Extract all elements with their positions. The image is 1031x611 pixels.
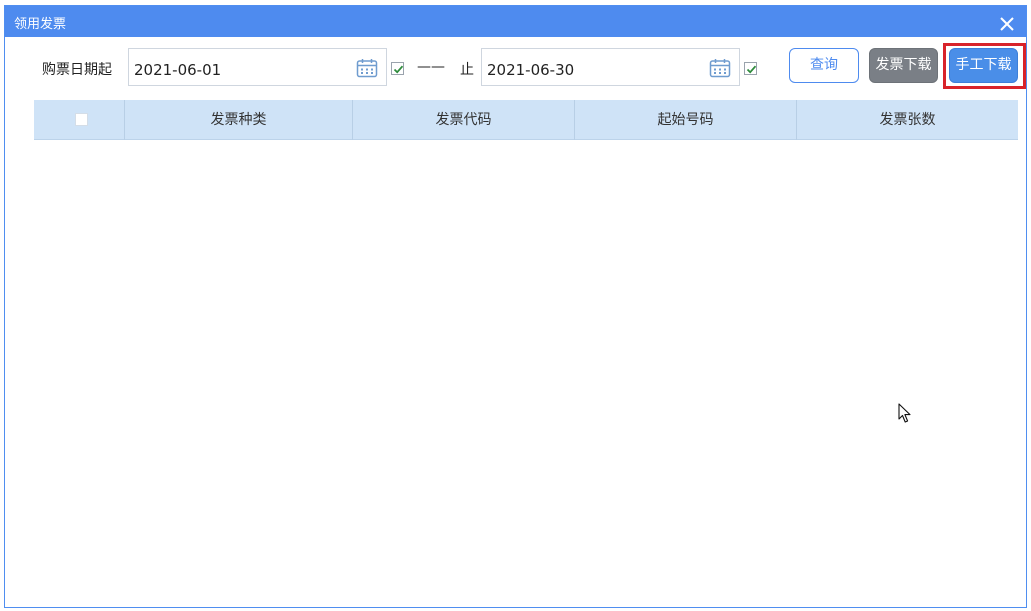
end-date-checkbox[interactable] xyxy=(744,62,757,75)
close-icon[interactable] xyxy=(998,15,1016,33)
table-header: 发票种类 发票代码 起始号码 发票张数 xyxy=(34,100,1018,140)
invoice-download-button[interactable]: 发票下载 xyxy=(869,48,938,83)
column-header-start-number[interactable]: 起始号码 xyxy=(575,100,797,140)
column-header-invoice-type[interactable]: 发票种类 xyxy=(125,100,353,140)
window-title: 领用发票 xyxy=(14,17,67,32)
start-date-field[interactable]: 2021-06-01 xyxy=(128,48,387,86)
query-button[interactable]: 查询 xyxy=(789,48,859,83)
end-date-value: 2021-06-30 xyxy=(487,61,575,79)
select-all-cell xyxy=(34,100,125,140)
start-date-checkbox[interactable] xyxy=(391,62,404,75)
end-date-label: 止 xyxy=(460,62,474,78)
calendar-icon[interactable] xyxy=(356,58,378,78)
column-header-invoice-count[interactable]: 发票张数 xyxy=(797,100,1018,140)
select-all-checkbox[interactable] xyxy=(75,113,88,126)
column-header-invoice-code[interactable]: 发票代码 xyxy=(353,100,575,140)
highlight-box xyxy=(943,43,1026,89)
calendar-icon[interactable] xyxy=(709,58,731,78)
start-date-label: 购票日期起 xyxy=(42,62,112,78)
table-body xyxy=(34,140,1018,600)
mouse-cursor-icon xyxy=(898,403,912,424)
title-bar: 领用发票 xyxy=(5,6,1026,37)
end-date-field[interactable]: 2021-06-30 xyxy=(481,48,740,86)
invoice-dialog: 领用发票 购票日期起 2021-06-01 —— 止 2021-06-30 查询… xyxy=(4,5,1027,608)
filter-toolbar: 购票日期起 2021-06-01 —— 止 2021-06-30 查询 发票下载… xyxy=(5,37,1026,97)
date-range-dash: —— xyxy=(417,59,445,75)
start-date-value: 2021-06-01 xyxy=(134,61,222,79)
